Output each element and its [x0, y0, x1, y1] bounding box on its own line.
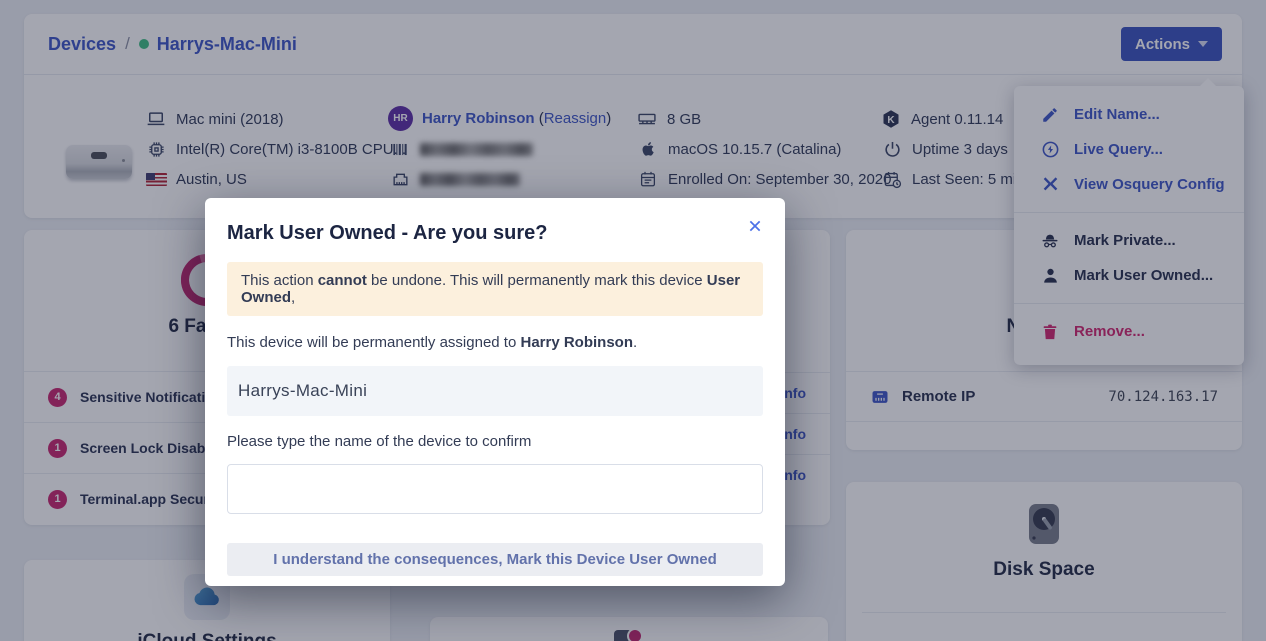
warning-text-bold: cannot — [317, 272, 367, 289]
modal-title: Mark User Owned - Are you sure? — [227, 222, 548, 244]
device-name-display: Harrys-Mac-Mini — [227, 366, 763, 416]
warning-text: be undone. This will permanently mark th… — [366, 272, 707, 289]
warning-banner: This action cannot be undone. This will … — [227, 262, 763, 316]
close-icon[interactable] — [743, 214, 767, 238]
assignment-owner-name: Harry Robinson — [520, 334, 633, 351]
warning-text: This action — [241, 272, 318, 289]
mark-user-owned-modal: Mark User Owned - Are you sure? This act… — [205, 198, 785, 586]
warning-text: , — [291, 289, 296, 306]
assignment-text: This device will be permanently assigned… — [227, 334, 763, 351]
confirm-device-name-input[interactable] — [227, 464, 763, 514]
assignment-text-part: . — [633, 334, 638, 351]
confirm-mark-user-owned-button[interactable]: I understand the consequences, Mark this… — [227, 543, 763, 576]
confirm-instruction: Please type the name of the device to co… — [227, 433, 532, 450]
device-detail-page: Devices / Harrys-Mac-Mini Actions Mac mi… — [0, 0, 1266, 641]
assignment-text-part: This device will be permanently assigned… — [227, 334, 521, 351]
